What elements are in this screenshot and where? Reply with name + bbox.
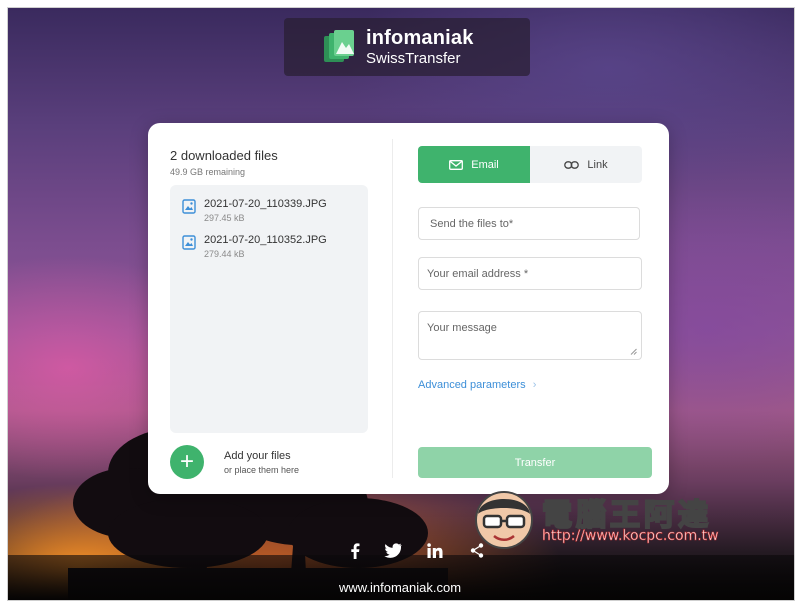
tab-email-label: Email <box>471 158 499 171</box>
tab-link-label: Link <box>587 158 608 171</box>
link-icon <box>564 160 580 169</box>
file-size: 279.44 kB <box>204 249 245 259</box>
add-files-hint: or place them here <box>224 465 300 475</box>
tab-link[interactable]: Link <box>530 146 642 183</box>
message-placeholder: Your message <box>427 322 497 334</box>
transfer-label: Transfer <box>514 456 556 469</box>
advanced-parameters-link[interactable]: Advanced parameters › <box>418 379 536 391</box>
mail-icon <box>449 159 464 170</box>
resize-handle-icon[interactable] <box>630 348 637 355</box>
swisstransfer-logo-icon <box>322 28 356 66</box>
recipient-email-input[interactable]: Send the files to* <box>418 207 640 240</box>
watermark-mascot-icon <box>475 491 533 549</box>
storage-remaining: 49.9 GB remaining <box>170 167 246 177</box>
sender-email-input[interactable]: Your email address * <box>418 257 642 290</box>
linkedin-icon[interactable] <box>427 543 443 558</box>
file-list[interactable]: 2021-07-20_110339.JPG 297.45 kB 2021-07-… <box>170 185 368 433</box>
facebook-icon[interactable] <box>349 543 361 559</box>
file-name: 2021-07-20_110339.JPG <box>204 198 327 210</box>
message-textarea[interactable]: Your message <box>418 311 642 360</box>
product-name: SwissTransfer <box>366 49 461 67</box>
list-item[interactable]: 2021-07-20_110352.JPG 279.44 kB <box>182 234 327 259</box>
transfer-button[interactable]: Transfer <box>418 447 652 478</box>
image-file-icon <box>182 235 196 250</box>
sender-placeholder: Your email address * <box>427 267 529 280</box>
transfer-card: 2 downloaded files 49.9 GB remaining 202… <box>148 123 669 494</box>
twitter-icon[interactable] <box>384 543 402 558</box>
recipient-placeholder: Send the files to* <box>430 217 514 230</box>
watermark-url: http://www.kocpc.com.tw <box>542 528 719 545</box>
chevron-right-icon: › <box>532 379 537 391</box>
plus-icon: + <box>179 448 194 475</box>
tab-email[interactable]: Email <box>418 146 530 183</box>
brand-name: infomaniak <box>366 26 474 49</box>
footer-url[interactable]: www.infomaniak.com <box>0 580 800 595</box>
share-mode-tabs: Email Link <box>418 146 642 183</box>
file-name: 2021-07-20_110352.JPG <box>204 234 327 246</box>
advanced-parameters-label: Advanced parameters <box>418 379 526 391</box>
add-files-label: Add your files <box>224 450 291 462</box>
image-file-icon <box>182 199 196 214</box>
add-files-button[interactable]: + <box>170 445 204 479</box>
brand-logo[interactable]: infomaniak SwissTransfer <box>284 18 530 76</box>
card-divider <box>392 139 393 478</box>
files-title: 2 downloaded files <box>170 148 278 163</box>
list-item[interactable]: 2021-07-20_110339.JPG 297.45 kB <box>182 198 327 223</box>
file-size: 297.45 kB <box>204 213 245 223</box>
watermark: 電腦王阿達 http://www.kocpc.com.tw <box>470 484 760 554</box>
